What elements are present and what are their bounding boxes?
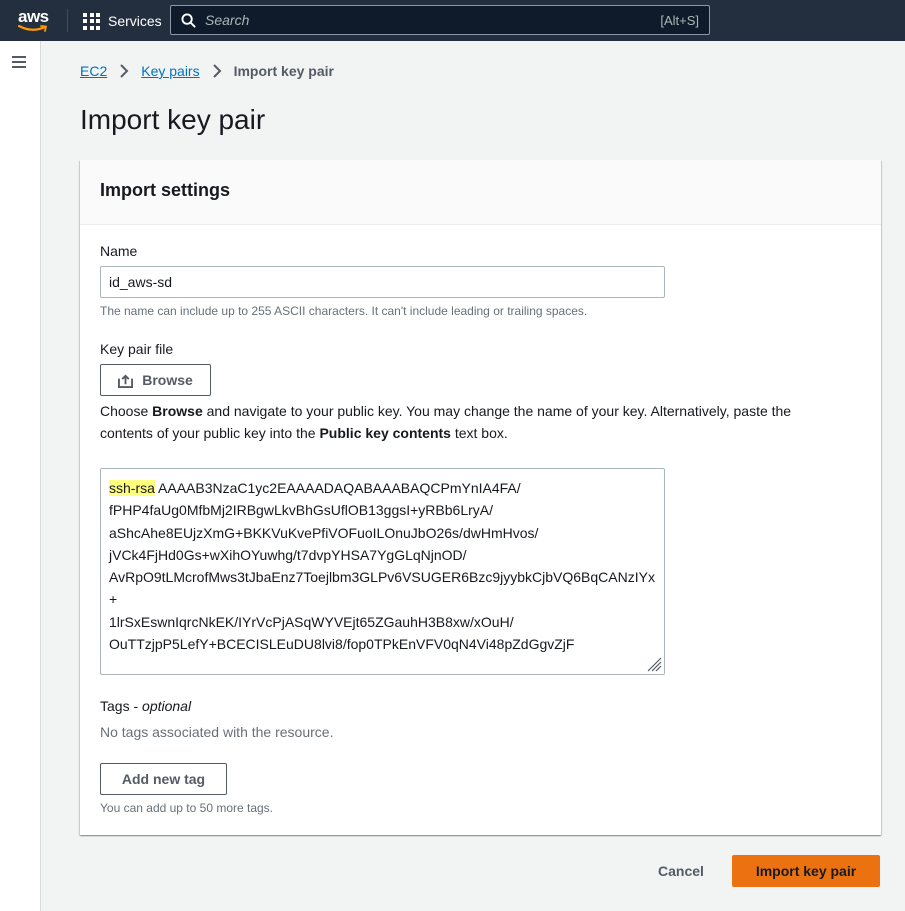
panel-title: Import settings [100, 180, 231, 200]
name-input[interactable] [100, 266, 665, 298]
search-input[interactable] [205, 12, 605, 28]
search-bar[interactable]: [Alt+S] [170, 5, 710, 35]
search-icon [181, 13, 196, 28]
services-label: Services [108, 13, 162, 29]
import-settings-panel: Import settings Name The name can includ… [80, 160, 881, 835]
cancel-button[interactable]: Cancel [640, 855, 722, 887]
search-shortcut-hint: [Alt+S] [660, 13, 699, 28]
ssh-rsa-highlight: ssh-rsa [109, 480, 155, 496]
breadcrumb-key-pairs-link[interactable]: Key pairs [141, 63, 199, 79]
key-line: AvRpO9tLMcrofMws3tJbaEnz7Toejlbm3GLPv6VS… [109, 569, 655, 608]
nav-divider [67, 9, 68, 32]
tags-empty-text: No tags associated with the resource. [100, 724, 334, 740]
aws-logo[interactable]: aws [14, 6, 54, 34]
public-key-contents-textarea[interactable]: ssh-rsa AAAAB3NzaC1yc2EAAAADAQABAAABAQCP… [100, 468, 665, 675]
upload-icon [118, 373, 134, 388]
name-hint: The name can include up to 255 ASCII cha… [100, 304, 588, 318]
key-line: ssh-rsa AAAAB3NzaC1yc2EAAAADAQABAAABAQCP… [109, 480, 521, 496]
tags-label: Tags - optional [100, 698, 192, 714]
resize-handle-icon[interactable] [646, 656, 662, 672]
page-title: Import key pair [80, 104, 266, 135]
key-pair-file-description: Choose Browse and navigate to your publi… [100, 403, 792, 441]
hamburger-menu-icon[interactable] [12, 56, 26, 68]
breadcrumb: EC2 Key pairs Import key pair [80, 63, 334, 79]
top-navigation: aws Services [Alt+S] [0, 0, 905, 41]
panel-header: Import settings [80, 160, 881, 225]
browse-button[interactable]: Browse [100, 364, 211, 396]
chevron-right-icon [212, 64, 222, 78]
key-line: OuTTzjpP5LefY+BCECISLEuDU8lvi8/fop0TPkEn… [109, 636, 575, 653]
import-key-pair-button[interactable]: Import key pair [732, 855, 880, 887]
breadcrumb-current: Import key pair [233, 63, 334, 79]
aws-smile-icon [18, 25, 48, 32]
key-line: 1lrSxEswnIqrcNkEK/IYrVcPjASqWYVEjt65ZGau… [109, 613, 514, 630]
side-rail [0, 41, 41, 911]
chevron-right-icon [119, 64, 129, 78]
name-label: Name [100, 243, 138, 259]
tags-hint: You can add up to 50 more tags. [100, 801, 274, 815]
add-new-tag-button[interactable]: Add new tag [100, 763, 227, 795]
key-pair-file-label: Key pair file [100, 341, 174, 357]
key-line: fPHP4faUg0MfbMj2IRBgwLkvBhGsUflOB13ggsI+… [109, 502, 493, 519]
services-menu-button[interactable]: Services [83, 11, 162, 31]
breadcrumb-ec2-link[interactable]: EC2 [80, 63, 107, 79]
browse-label: Browse [142, 372, 193, 388]
key-line: jVCk4FjHd0Gs+wXihOYuwhg/t7dvpYHSA7YgGLqN… [109, 546, 467, 563]
grid-icon [83, 12, 100, 30]
key-line: aShcAhe8EUjzXmG+BKKVuKvePfiVOFuoILOnuJbO… [109, 524, 539, 541]
aws-logo-text: aws [18, 7, 49, 26]
